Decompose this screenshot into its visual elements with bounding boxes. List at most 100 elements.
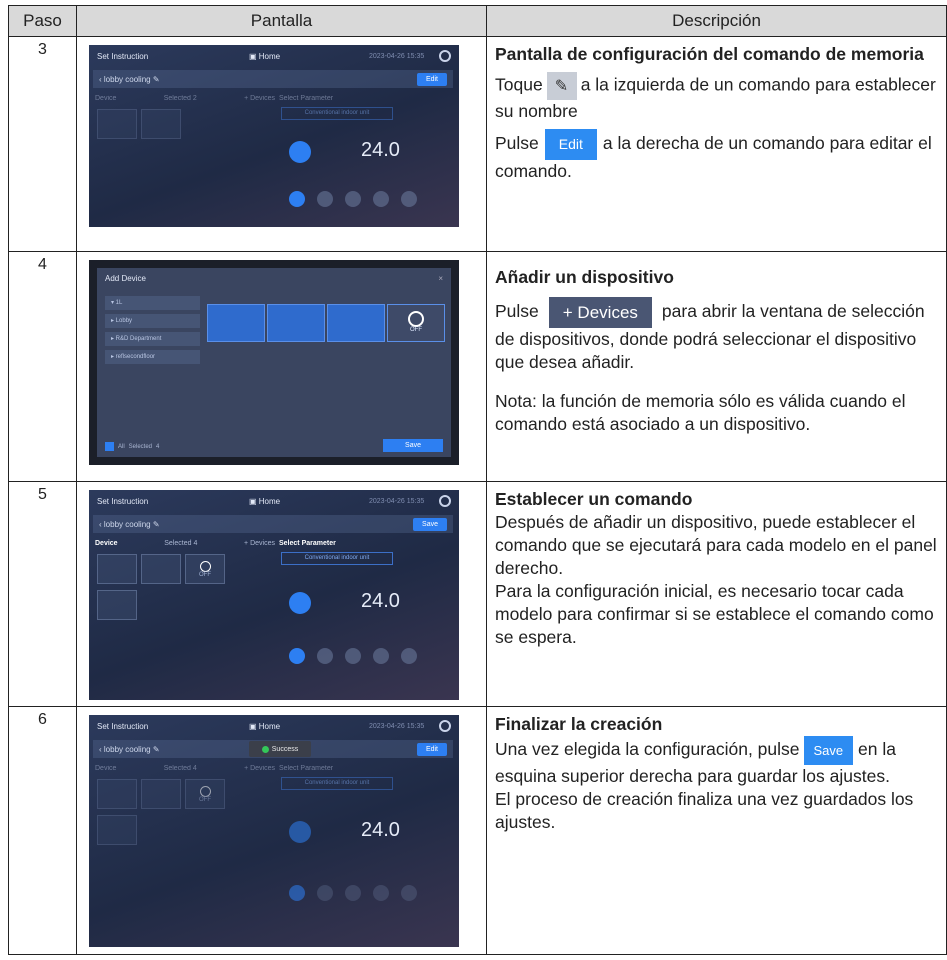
description-paragraph: Toquea la izquierda de un comando para e… <box>495 72 942 123</box>
instruction-name: ‹ lobby cooling ✎ <box>99 74 160 84</box>
screen-clock: 2023-04-26 15:35 <box>369 722 425 730</box>
mode-label: Conventional indoor unit <box>281 107 393 120</box>
device-card[interactable] <box>141 554 181 584</box>
close-icon[interactable]: × <box>438 274 443 283</box>
save-button-illustration: Save <box>803 736 854 765</box>
device-card[interactable] <box>97 590 137 620</box>
device-card[interactable]: OFF <box>185 554 225 584</box>
screen-title: Set Instruction <box>97 51 149 61</box>
success-toast: Success <box>249 741 311 757</box>
cool-mode-icon[interactable] <box>289 648 305 664</box>
gear-icon <box>439 50 451 62</box>
instruction-bar: ‹ lobby cooling ✎ Save <box>93 515 453 533</box>
header-step: Paso <box>8 5 77 37</box>
save-button[interactable]: Save <box>413 517 447 531</box>
description-title: Pantalla de configuración del comando de… <box>495 44 924 64</box>
power-off-icon <box>408 311 424 327</box>
edit-button-illustration: Edit <box>544 129 597 160</box>
description-paragraph: Pulse + Devices para abrir la ventana de s… <box>495 297 942 374</box>
temperature-value: 24.0 <box>361 139 400 161</box>
device-card[interactable] <box>97 554 137 584</box>
cool-mode-icon[interactable] <box>289 191 305 207</box>
heat-mode-icon[interactable] <box>317 648 333 664</box>
screen-topbar: Set Instruction ▣ Home 2023-04-26 15:35 <box>89 45 459 67</box>
save-button[interactable]: Save <box>383 439 443 452</box>
description-paragraph: Después de añadir un dispositivo, puede … <box>495 512 937 578</box>
add-device-dialog: Add Device × ▾ 1L ▸ Lobby ▸ R&D Departme… <box>97 268 451 457</box>
screenshot-cell: Add Device × ▾ 1L ▸ Lobby ▸ R&D Departme… <box>76 251 487 482</box>
table-row: 5 Set Instruction ▣ Home 2023-04-26 15:3… <box>8 481 947 707</box>
success-icon <box>261 745 269 753</box>
description-title: Establecer un comando <box>495 489 693 509</box>
screen-title: Set Instruction <box>97 721 149 731</box>
mode-label: Conventional indoor unit <box>281 777 393 790</box>
power-off-icon <box>199 561 211 572</box>
fan-mode-icon[interactable] <box>373 648 389 664</box>
device-card[interactable] <box>141 109 181 139</box>
device-card[interactable] <box>267 304 325 342</box>
add-devices-button-illustration: + Devices <box>548 297 652 328</box>
description-title: Añadir un dispositivo <box>495 267 674 287</box>
power-off-icon <box>199 786 211 797</box>
device-header: Device Selected 4 + Devices <box>95 540 275 547</box>
step-number: 4 <box>8 251 77 482</box>
heat-mode-icon[interactable] <box>317 885 333 901</box>
description-note: Nota: la función de memoria sólo es váli… <box>495 391 906 434</box>
device-card[interactable] <box>97 779 137 809</box>
device-header: Device Selected 4 + Devices <box>95 765 275 772</box>
screenshot-cell: Set Instruction ▣ Home 2023-04-26 15:35 … <box>76 36 487 252</box>
device-card[interactable] <box>141 779 181 809</box>
screenshot-cell: Set Instruction ▣ Home 2023-04-26 15:35 … <box>76 481 487 707</box>
edit-button[interactable]: Edit <box>416 742 447 756</box>
auto-mode-icon[interactable] <box>401 648 417 664</box>
cool-mode-icon[interactable] <box>289 885 305 901</box>
fan-mode-icon[interactable] <box>373 191 389 207</box>
select-all-checkbox[interactable] <box>105 442 114 451</box>
power-icon[interactable] <box>289 592 311 614</box>
dry-mode-icon[interactable] <box>345 648 361 664</box>
description-cell: Finalizar la creación Una vez elegida la… <box>486 706 947 955</box>
device-card[interactable] <box>97 815 137 845</box>
description-paragraph: Pulse Edit a la derecha de un comando para… <box>495 129 942 183</box>
device-card[interactable] <box>207 304 265 342</box>
add-device-screenshot: Add Device × ▾ 1L ▸ Lobby ▸ R&D Departme… <box>89 260 459 465</box>
gear-icon <box>439 720 451 732</box>
fan-mode-icon[interactable] <box>373 885 389 901</box>
dry-mode-icon[interactable] <box>345 191 361 207</box>
device-card[interactable]: OFF <box>185 779 225 809</box>
set-instruction-screenshot: Set Instruction ▣ Home 2023-04-26 15:35 … <box>89 715 459 947</box>
screen-topbar: Set Instruction ▣ Home 2023-04-26 15:35 <box>89 490 459 512</box>
home-label: ▣ Home <box>249 51 281 61</box>
table-row: 6 Set Instruction ▣ Home 2023-04-26 15:3… <box>8 706 947 955</box>
temperature-value: 24.0 <box>361 819 400 841</box>
tree-item[interactable]: ▾ 1L <box>105 296 200 310</box>
description-cell: Pantalla de configuración del comando de… <box>486 36 947 252</box>
power-icon[interactable] <box>289 821 311 843</box>
dialog-footer: All Selected 4 <box>105 442 159 451</box>
tree-item[interactable]: ▸ Lobby <box>105 314 200 328</box>
select-parameter-label: Select Parameter <box>279 540 336 547</box>
instruction-name: ‹ lobby cooling ✎ <box>99 519 160 529</box>
description-cell: Añadir un dispositivo Pulse + Devices para… <box>486 251 947 482</box>
device-card[interactable] <box>327 304 385 342</box>
home-label: ▣ Home <box>249 496 281 506</box>
tree-item[interactable]: ▸ reflsecondfloor <box>105 350 200 364</box>
instruction-bar: ‹ lobby cooling ✎ Edit <box>93 70 453 88</box>
dry-mode-icon[interactable] <box>345 885 361 901</box>
instruction-table: Paso Pantalla Descripción 3 Set Instruct… <box>8 5 947 955</box>
screenshot-cell: Set Instruction ▣ Home 2023-04-26 15:35 … <box>76 706 487 955</box>
gear-icon <box>439 495 451 507</box>
auto-mode-icon[interactable] <box>401 191 417 207</box>
screen-topbar: Set Instruction ▣ Home 2023-04-26 15:35 <box>89 715 459 737</box>
device-card[interactable]: OFF <box>387 304 445 342</box>
screen-clock: 2023-04-26 15:35 <box>369 497 425 505</box>
temperature-value: 24.0 <box>361 590 400 612</box>
step-number: 3 <box>8 36 77 252</box>
heat-mode-icon[interactable] <box>317 191 333 207</box>
power-icon[interactable] <box>289 141 311 163</box>
device-card[interactable] <box>97 109 137 139</box>
edit-button[interactable]: Edit <box>416 72 447 86</box>
auto-mode-icon[interactable] <box>401 885 417 901</box>
step-number: 6 <box>8 706 77 955</box>
tree-item[interactable]: ▸ R&D Department <box>105 332 200 346</box>
